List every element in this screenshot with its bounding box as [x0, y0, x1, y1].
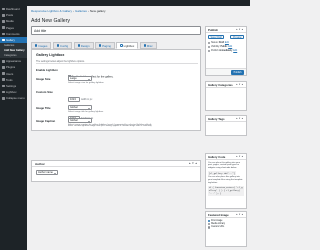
php-intro: You can also place this gallery into you… [208, 176, 243, 184]
image-size-select[interactable]: Large [68, 76, 92, 81]
lightbox-icon [2, 90, 5, 94]
schedule-row: Publish immediately Edit [208, 49, 244, 53]
toggle-arrows-icon[interactable]: ▲▼▲ [236, 27, 244, 33]
publish-button[interactable]: Publish [231, 70, 244, 75]
paging-icon [99, 44, 102, 47]
code-metabox-header[interactable]: Gallery Code ▲▼▲ [206, 154, 246, 160]
save-draft-button[interactable]: Save Draft [208, 34, 225, 39]
image-title-label: Image Title [36, 106, 51, 110]
toggle-arrows-icon[interactable]: ▲▼▲ [188, 161, 198, 167]
gallery-icon [2, 38, 5, 42]
image-caption-select[interactable]: Global [68, 118, 92, 123]
author-metabox: Author ▲▼▲ Author name [31, 160, 201, 182]
calendar-icon [208, 49, 210, 52]
publish-metabox: Publish ▲▼▲ Save Draft Preview Status: Dra… [205, 26, 247, 76]
author-select[interactable]: Author name [36, 170, 58, 175]
width-unit: width in px [81, 98, 93, 101]
image-size-help: Select image size for gallery lightbox. [68, 81, 105, 84]
shortcode-intro: You can place this gallery into your pos… [208, 161, 241, 170]
gallery-categories-metabox: Gallery Categories ▲▼▲ [205, 81, 247, 111]
breadcrumb-item-current: New gallery [89, 9, 106, 13]
gallery-title-input[interactable]: Add title [31, 26, 201, 35]
image-caption-help: Select image caption for gallery lightbo… [68, 123, 152, 126]
pin-icon [208, 41, 210, 44]
sidebar-item-collapse[interactable]: Collapse menu [0, 95, 27, 101]
tab-paging[interactable]: Paging [95, 42, 115, 49]
images-icon [35, 44, 38, 47]
settings-icon [2, 84, 5, 88]
breadcrumb-separator: › [87, 9, 89, 13]
edit-status-link[interactable]: Edit [225, 42, 229, 44]
media-icon [2, 20, 5, 23]
gallery-submenu: Galleries Add New Gallery Categories [0, 43, 27, 59]
toggle-arrows-icon[interactable]: ▲▼▲ [236, 154, 244, 160]
tab-misc[interactable]: Misc [139, 42, 157, 49]
custom-size-label: Custom Size [36, 90, 53, 94]
tab-lightbox[interactable]: Lightbox [116, 42, 139, 49]
image-size-field: Large Select image size for gallery ligh… [68, 76, 104, 84]
edit-schedule-link[interactable]: Edit [233, 50, 237, 52]
php-code-text[interactable]: if ( function_exists( 'rl_gallery' ) ) {… [208, 185, 244, 196]
publish-metabox-header[interactable]: Publish ▲▼▲ [206, 27, 246, 33]
radio-icon [208, 226, 211, 229]
featured-body: First image Media Library Custom URL [206, 218, 246, 231]
toggle-arrows-icon[interactable]: ▲▼▲ [236, 82, 244, 88]
brush-icon [2, 59, 5, 63]
featured-metabox-header[interactable]: Featured Image ▲▼▲ [206, 212, 246, 218]
lightbox-icon [120, 44, 123, 47]
tab-design[interactable]: Design [73, 42, 94, 49]
panel-heading: Gallery Lightbox [36, 53, 65, 57]
page-title: Add New Gallery [31, 18, 70, 24]
toggle-arrows-icon[interactable]: ▲▼▲ [236, 212, 244, 218]
plugin-icon [2, 66, 5, 69]
tags-metabox-header[interactable]: Gallery Tags ▲▼▲ [206, 116, 246, 122]
featured-option-url[interactable]: Custom URL [208, 226, 244, 229]
gallery-code-metabox: Gallery Code ▲▼▲ You can place this galle… [205, 153, 247, 209]
misc-icon [143, 44, 146, 47]
author-metabox-header[interactable]: Author ▲▼▲ [32, 161, 200, 167]
collapse-icon [2, 97, 5, 100]
tab-config[interactable]: Config [52, 42, 73, 49]
breadcrumb-item-galleries[interactable]: Galleries [75, 9, 87, 13]
gallery-tags-metabox: Gallery Tags ▲▼▲ [205, 115, 247, 136]
admin-bar [0, 0, 250, 6]
code-body: You can place this gallery into your pos… [206, 160, 246, 197]
eye-icon [208, 45, 210, 48]
categories-metabox-header[interactable]: Gallery Categories ▲▼▲ [206, 82, 246, 88]
image-caption-field: Global Select image caption for gallery … [68, 118, 152, 126]
users-icon [2, 72, 5, 75]
edit-visibility-link[interactable]: Edit [228, 46, 232, 48]
wrench-icon [2, 78, 5, 82]
image-title-help: Select image title for gallery lightbox. [68, 110, 104, 113]
pin-icon [2, 13, 5, 17]
brush-icon [77, 44, 80, 47]
wp-admin-screen: Dashboard Posts Media Pages Comments Gal… [0, 0, 250, 250]
gear-icon [56, 44, 60, 47]
breadcrumb-separator: › [73, 9, 75, 13]
toggle-arrows-icon[interactable]: ▲▼▲ [236, 116, 244, 122]
width-input[interactable]: 1024 [68, 97, 80, 102]
publish-body: Save Draft Preview Status: Draft Edit Visi… [206, 33, 246, 54]
gallery-tabs: Images Config Design Paging Lightbox Mis… [31, 42, 157, 49]
image-caption-label: Image Caption [36, 119, 56, 123]
comment-icon [2, 32, 5, 36]
dashboard-icon [2, 7, 5, 11]
breadcrumb-item-plugin[interactable]: Responsive Lightbox & Gallery [31, 9, 72, 13]
image-title-select[interactable]: Global [68, 105, 92, 110]
admin-sidebar: Dashboard Posts Media Pages Comments Gal… [0, 6, 27, 250]
featured-image-metabox: Featured Image ▲▼▲ First image Media Libr… [205, 211, 247, 247]
lightbox-settings-panel: Gallery Lightbox The settings below adju… [31, 49, 201, 131]
page-icon [2, 26, 5, 29]
image-title-field: Global Select image title for gallery li… [68, 105, 104, 113]
publish-actions: Publish [206, 68, 246, 75]
preview-button[interactable]: Preview [230, 34, 244, 39]
image-size-label: Image Size [36, 77, 51, 81]
divider [36, 63, 198, 64]
tab-images[interactable]: Images [31, 42, 52, 49]
shortcode-text[interactable]: [rl_gallery id="..."] [208, 171, 236, 175]
breadcrumb: Responsive Lightbox & Gallery›Galleries›… [31, 9, 106, 13]
enable-lightbox-label: Enable Lightbox [36, 68, 58, 72]
